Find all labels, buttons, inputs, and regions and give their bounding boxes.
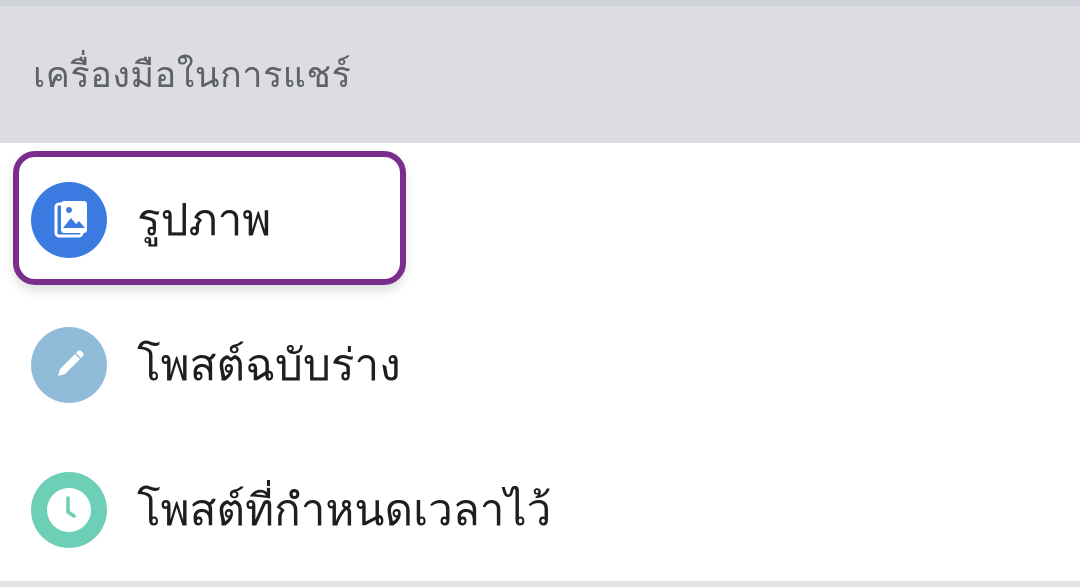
menu-item-label: โพสต์ที่กำหนดเวลาไว้: [137, 485, 552, 536]
menu-item-draft-posts[interactable]: โพสต์ฉบับร่าง: [0, 300, 1080, 430]
menu-item-label: โพสต์ฉบับร่าง: [137, 340, 401, 391]
share-tools-screen: เครื่องมือในการแชร์ รูปภาพ โพสต์ฉบับร่าง: [0, 0, 1080, 587]
menu-item-label: รูปภาพ: [137, 195, 272, 246]
menu-item-scheduled-posts[interactable]: โพสต์ที่กำหนดเวลาไว้: [0, 445, 1080, 575]
section-title: เครื่องมือในการแชร์: [33, 55, 352, 96]
photo-gallery-icon: [31, 182, 107, 258]
section-header: เครื่องมือในการแชร์: [0, 6, 1080, 143]
bottom-divider: [0, 581, 1080, 587]
pencil-icon: [31, 327, 107, 403]
menu-item-photos[interactable]: รูปภาพ: [0, 155, 1080, 285]
clock-icon: [31, 472, 107, 548]
